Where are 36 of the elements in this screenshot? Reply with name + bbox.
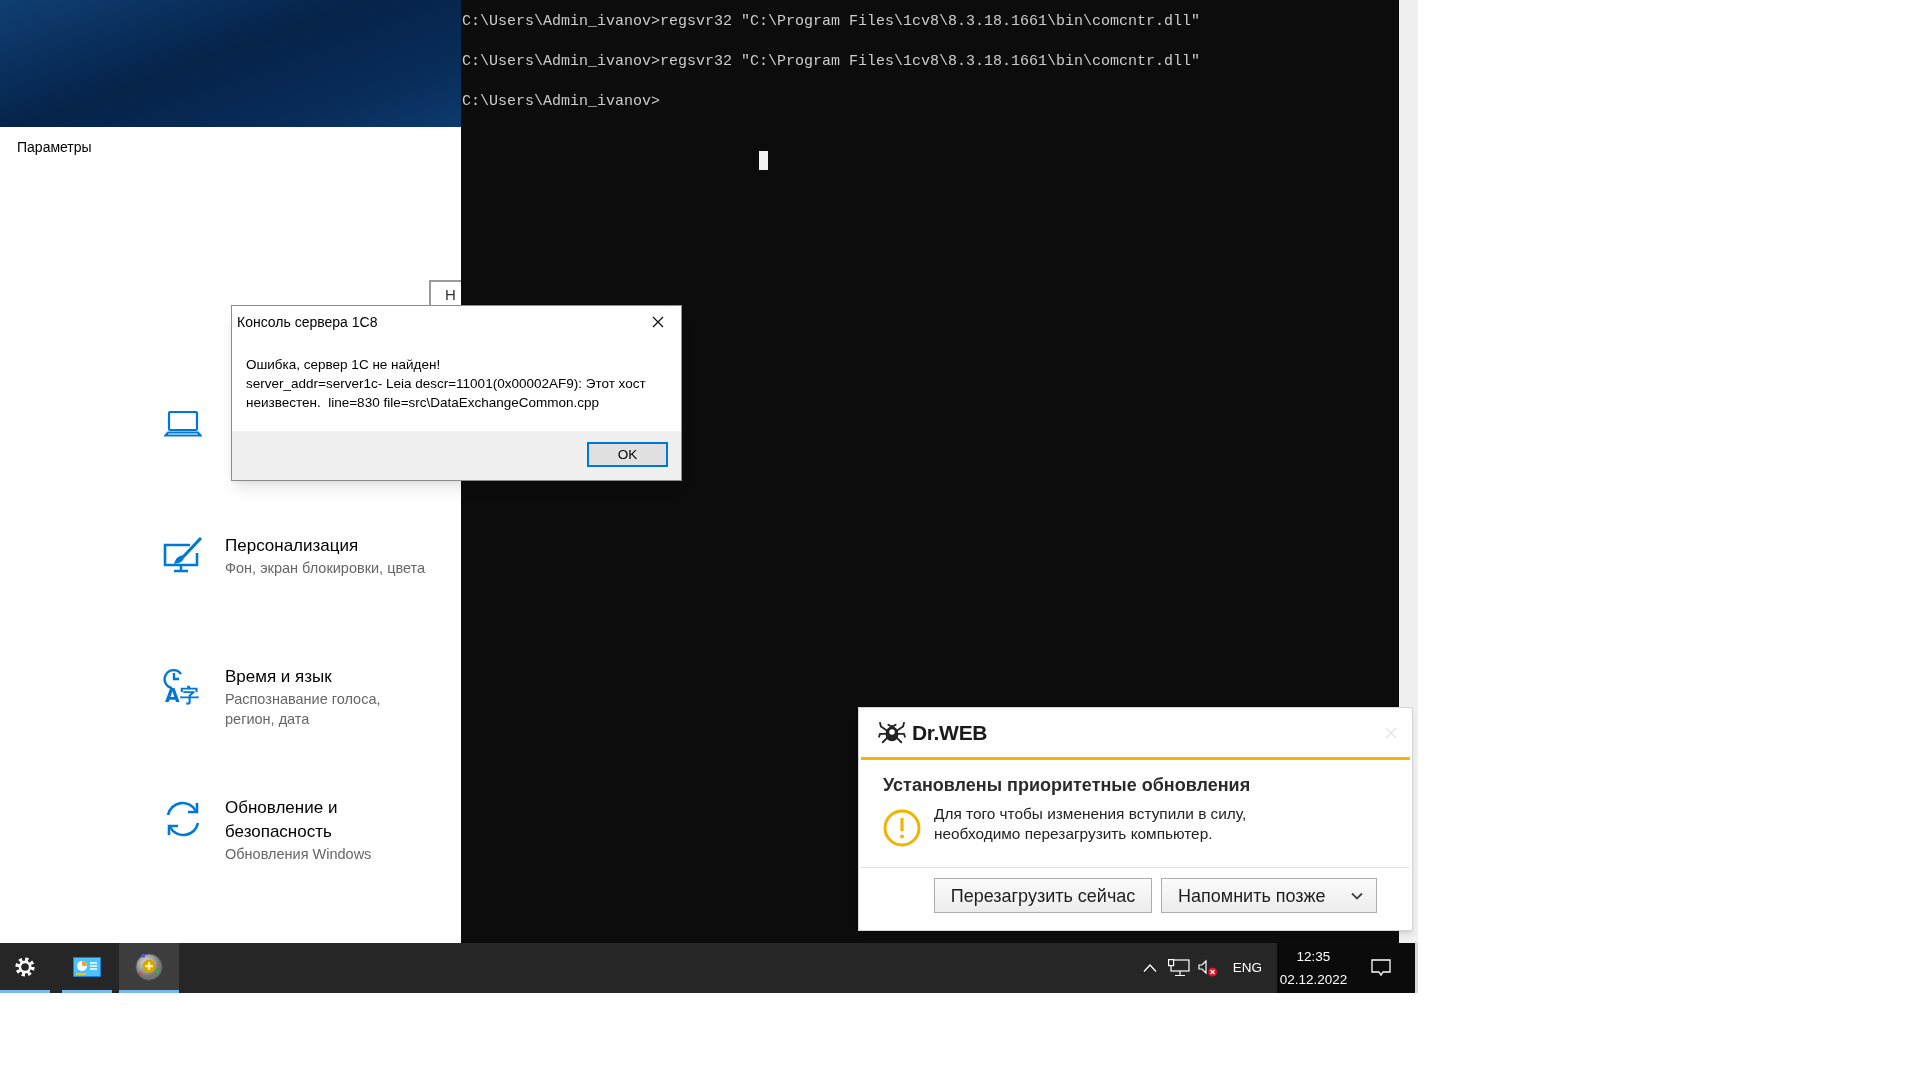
category-title[interactable]: Персонализация [225, 534, 359, 558]
settings-button[interactable]: Н [429, 280, 461, 306]
clock-button[interactable]: 12:35 02.12.2022 [1277, 943, 1350, 993]
category-description: Распознавание голоса, регион, дата [225, 690, 382, 729]
category-description: Обновления Windows [225, 845, 372, 864]
category-title[interactable]: Обновление и безопасность [225, 796, 430, 844]
app-title: Параметры [17, 138, 92, 156]
restart-now-button[interactable]: Перезагрузить сейчас [934, 878, 1152, 913]
text-cursor [759, 151, 768, 170]
brand-name: Dr.WEB [912, 719, 988, 746]
remind-later-button[interactable]: Напомнить позже [1161, 878, 1377, 913]
notification-icon [1370, 959, 1391, 977]
monitor-icon[interactable] [1167, 959, 1190, 977]
laptop-icon [164, 410, 202, 438]
terminal-line: C:\Users\Admin_ivanov>regsvr32 "C:\Program Files\1cv8\8.3.18.1661\bin\comcntr.dll" [462, 12, 1201, 32]
popup-message: Для того чтобы изменения вступили в силу, необходимо перезагрузить компьютер. [934, 804, 1248, 844]
warning-icon [883, 809, 921, 847]
monitor-brush-icon [163, 537, 203, 573]
terminal-line: C:\Users\Admin_ivanov>regsvr32 "C:\Program Files\1cv8\8.3.18.1661\bin\comcntr.dll" [462, 52, 1201, 72]
error-details: server_addr=server1c- Leia descr=11001(0x00002AF9): Этот хост неизвестен. line=830 file=src\DataExchangeCommon.cpp [246, 375, 647, 412]
window-chart-icon [73, 956, 101, 977]
category-title[interactable]: Время и язык [225, 665, 332, 689]
chevron-down-icon [1351, 891, 1363, 900]
sphere-plus-icon [134, 951, 164, 982]
speaker-muted-icon[interactable] [1197, 959, 1218, 977]
close-icon [652, 315, 664, 328]
popup-heading: Установлены приоритетные обновления [883, 774, 1251, 797]
spider-icon [878, 720, 906, 745]
gear-icon [14, 955, 36, 978]
chevron-up-icon[interactable] [1142, 964, 1157, 972]
language-indicator[interactable]: ENG [1232, 959, 1262, 977]
terminal-line: C:\Users\Admin_ivanov> [462, 92, 661, 112]
error-message: Ошибка, сервер 1С не найден! [246, 356, 442, 374]
dialog-title: Консоль сервера 1С8 [236, 312, 378, 331]
ok-button[interactable]: OK [587, 442, 668, 467]
category-description: Фон, экран блокировки, цвета [225, 559, 426, 578]
